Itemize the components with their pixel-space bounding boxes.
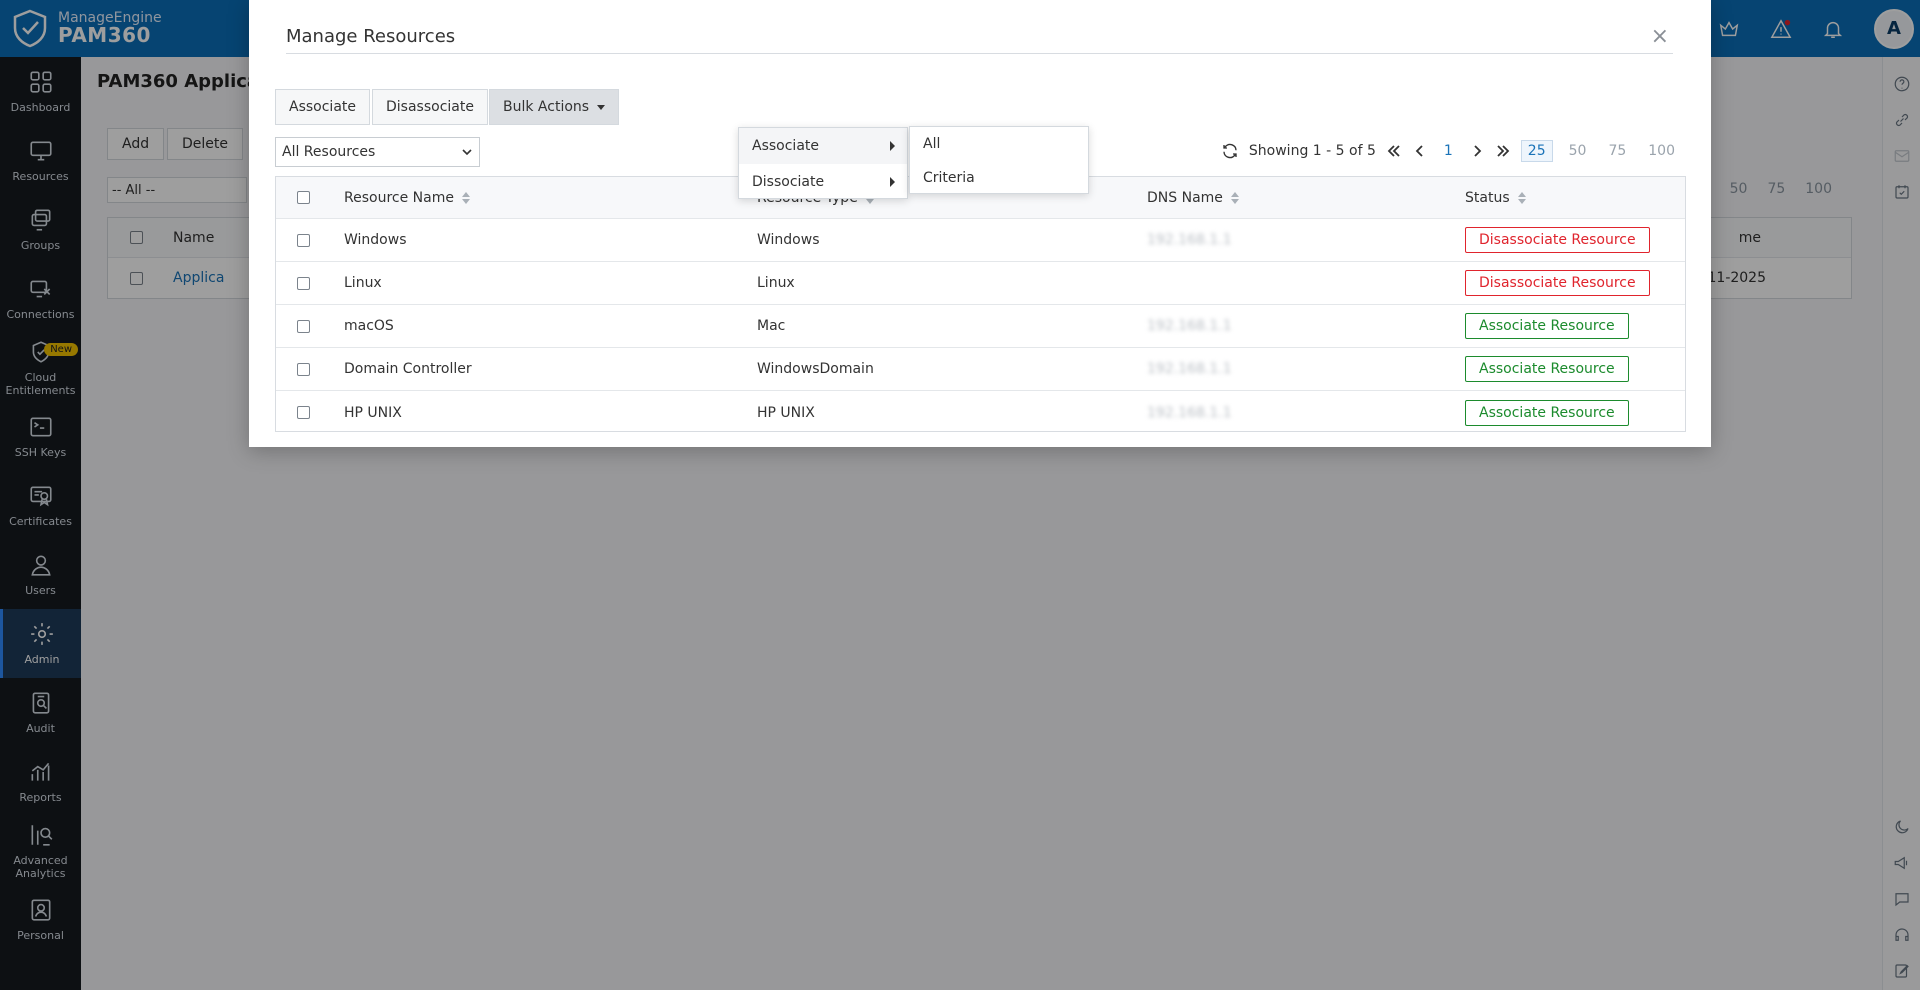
previous-page-icon[interactable] (1412, 143, 1428, 159)
current-page[interactable]: 1 (1438, 143, 1459, 159)
caret-right-icon (890, 141, 895, 151)
resource-name: macOS (344, 318, 394, 334)
resource-type: Linux (757, 275, 795, 291)
submenu-item-all[interactable]: All (910, 127, 1088, 161)
select-all-checkbox[interactable] (297, 191, 310, 204)
table-row: macOS Mac 192.168.1.1 Associate Resource (276, 305, 1685, 348)
page-size-50[interactable]: 50 (1563, 141, 1593, 161)
row-checkbox[interactable] (297, 319, 310, 333)
resources-table: Resource Name Resource Type DNS Name Sta… (275, 176, 1686, 432)
bulk-actions-label: Bulk Actions (503, 99, 590, 115)
close-icon[interactable]: × (1651, 25, 1673, 48)
sort-icon (1517, 191, 1526, 205)
table-row: HP UNIX HP UNIX 192.168.1.1 Associate Re… (276, 391, 1685, 434)
resource-filter-select[interactable]: All Resources (275, 137, 480, 167)
associate-resource-button[interactable]: Associate Resource (1465, 356, 1629, 382)
column-dns-name[interactable]: DNS Name (1147, 190, 1239, 206)
first-page-icon[interactable] (1386, 143, 1402, 159)
bulk-actions-menu: Associate Dissociate (738, 127, 908, 199)
resource-type: Mac (757, 318, 786, 334)
row-checkbox[interactable] (297, 406, 310, 419)
pagination: Showing 1 - 5 of 5 1 25 50 75 100 (1221, 140, 1681, 162)
resource-filter-value: All Resources (282, 144, 376, 160)
associate-button[interactable]: Associate (275, 89, 370, 125)
page-size-25[interactable]: 25 (1520, 140, 1553, 162)
page-size-75[interactable]: 75 (1602, 141, 1632, 161)
resource-name: Linux (344, 275, 382, 291)
resource-name: Domain Controller (344, 361, 472, 377)
caret-down-icon (597, 104, 606, 110)
table-row: Windows Windows 192.168.1.1 Disassociate… (276, 219, 1685, 262)
showing-count: Showing 1 - 5 of 5 (1248, 143, 1376, 159)
resource-type: WindowsDomain (757, 361, 874, 377)
associate-submenu: All Criteria (909, 126, 1089, 194)
resource-name: HP UNIX (344, 404, 402, 421)
row-checkbox[interactable] (297, 362, 310, 376)
dns-name: 192.168.1.1 (1147, 232, 1232, 248)
modal-header: Manage Resources × (286, 20, 1673, 54)
sort-icon (461, 191, 470, 205)
resource-name: Windows (344, 232, 407, 248)
menu-item-associate[interactable]: Associate (739, 128, 907, 164)
sort-icon (1230, 191, 1239, 205)
disassociate-resource-button[interactable]: Disassociate Resource (1465, 227, 1650, 253)
associate-resource-button[interactable]: Associate Resource (1465, 399, 1629, 426)
resource-type: Windows (757, 232, 820, 248)
column-status[interactable]: Status (1465, 190, 1526, 206)
row-checkbox[interactable] (297, 233, 310, 247)
modal-title: Manage Resources (286, 26, 456, 47)
disassociate-resource-button[interactable]: Disassociate Resource (1465, 270, 1650, 296)
table-row: Linux Linux Disassociate Resource (276, 262, 1685, 305)
refresh-icon[interactable] (1221, 142, 1239, 160)
resource-type: HP UNIX (757, 404, 815, 421)
menu-item-dissociate[interactable]: Dissociate (739, 164, 907, 200)
chevron-down-icon (462, 149, 472, 156)
last-page-icon[interactable] (1495, 143, 1511, 159)
row-checkbox[interactable] (297, 276, 310, 290)
page-size-100[interactable]: 100 (1642, 141, 1681, 161)
menu-item-label: Associate (752, 138, 819, 154)
dns-name: 192.168.1.1 (1147, 404, 1232, 421)
dns-name: 192.168.1.1 (1147, 318, 1232, 334)
bulk-actions-button[interactable]: Bulk Actions (489, 89, 620, 125)
caret-right-icon (890, 177, 895, 187)
table-row: Domain Controller WindowsDomain 192.168.… (276, 348, 1685, 391)
manage-resources-modal: Manage Resources × Associate Disassociat… (249, 0, 1711, 447)
menu-item-label: Dissociate (752, 174, 825, 190)
column-resource-name[interactable]: Resource Name (344, 190, 470, 206)
dns-name: 192.168.1.1 (1147, 361, 1232, 377)
next-page-icon[interactable] (1469, 143, 1485, 159)
disassociate-button[interactable]: Disassociate (372, 89, 488, 125)
associate-resource-button[interactable]: Associate Resource (1465, 313, 1629, 339)
submenu-item-criteria[interactable]: Criteria (910, 161, 1088, 195)
